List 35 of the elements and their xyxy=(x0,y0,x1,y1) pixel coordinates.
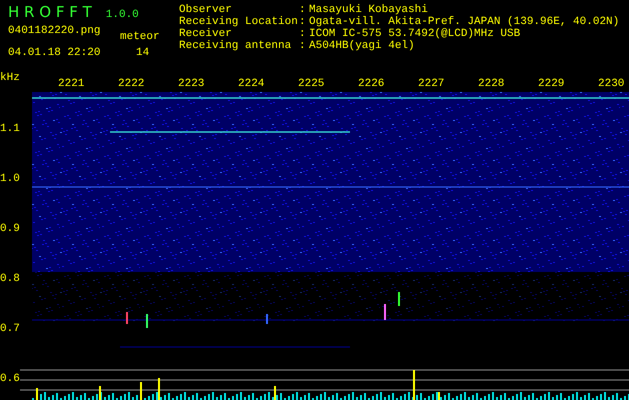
info-label: Observer xyxy=(179,4,233,16)
info-value: Ogata-vill. Akita-Pref. JAPAN (139.96E, 40.02N) xyxy=(309,16,620,28)
time-label: 2224 xyxy=(238,78,264,90)
info-separator: : xyxy=(299,4,307,16)
date-time: 04.01.18 22:20 xyxy=(8,47,102,59)
app-version: 1.0.0 xyxy=(106,9,139,21)
time-label: 2226 xyxy=(358,78,384,90)
frequency-label: 0.9 xyxy=(0,223,20,235)
info-value: ICOM IC-575 53.7492(@LCD)MHz USB xyxy=(309,28,522,40)
info-separator: : xyxy=(299,16,307,28)
frequency-label: 0.6 xyxy=(0,373,20,385)
info-label: Receiving Location xyxy=(179,16,299,28)
info-label: Receiving antenna xyxy=(179,40,292,52)
frequency-unit: kHz xyxy=(0,72,20,84)
info-value: Masayuki Kobayashi xyxy=(309,4,429,16)
app-name: H R O F F T xyxy=(8,4,92,20)
file-name: 0401182220.png xyxy=(8,25,102,39)
time-label: 2227 xyxy=(418,78,444,90)
count-label: meteor xyxy=(120,31,161,43)
time-label: 2225 xyxy=(298,78,324,90)
frequency-label: 0.8 xyxy=(0,273,20,285)
time-label: 2229 xyxy=(538,78,564,90)
time-label: 2230 xyxy=(598,78,624,90)
info-label: Receiver xyxy=(179,28,233,40)
time-label: 2221 xyxy=(58,78,84,90)
time-label: 2222 xyxy=(118,78,144,90)
time-label: 2228 xyxy=(478,78,504,90)
info-value: A504HB(yagi 4el) xyxy=(309,40,416,52)
frequency-label: 1.1 xyxy=(0,123,20,135)
frequency-label: 1.0 xyxy=(0,173,20,185)
meteor-count: 14 xyxy=(135,47,150,59)
frequency-label: 0.7 xyxy=(0,323,20,335)
time-label: 2223 xyxy=(178,78,204,90)
info-separator: : xyxy=(299,40,307,52)
info-separator: : xyxy=(299,28,307,40)
